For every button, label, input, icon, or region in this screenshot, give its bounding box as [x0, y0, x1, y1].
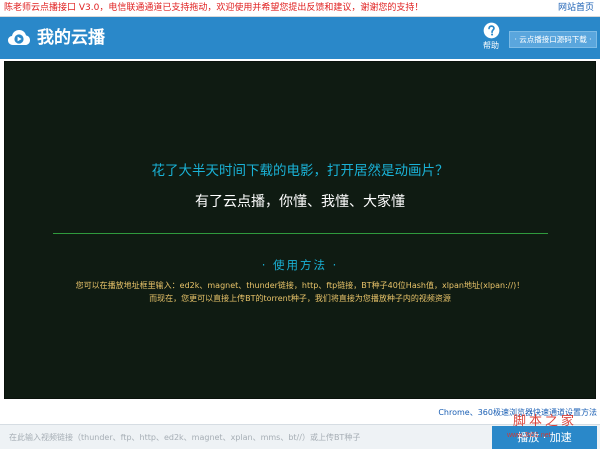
- video-url-input[interactable]: [5, 427, 483, 447]
- source-download-button[interactable]: · 云点播接口源码下载 ·: [509, 31, 597, 48]
- usage-title: · 使用方法 ·: [261, 258, 339, 272]
- notice-text: 陈老师云点播接口 V3.0，电信联通通道已支持拖动，欢迎使用并希望您提出反馈和建…: [4, 3, 424, 13]
- help-button[interactable]: 帮助: [480, 22, 502, 51]
- app-header: 我的云播 帮助 · 云点播接口源码下载 ·: [0, 17, 600, 59]
- app-title: 我的云播: [37, 28, 105, 48]
- question-circle-icon: [483, 22, 499, 39]
- browser-tip-link[interactable]: Chrome、360极速浏览器快速通道设置方法: [438, 407, 597, 418]
- cloud-play-icon: [8, 30, 30, 45]
- help-label: 帮助: [483, 41, 499, 50]
- notice-bar: 陈老师云点播接口 V3.0，电信联通通道已支持拖动，欢迎使用并希望您提出反馈和建…: [0, 0, 600, 17]
- usage-text-line2: 而现在，您更可以直接上传BT的torrent种子，我们将直接为您播放种子内的视频…: [149, 294, 451, 303]
- usage-text-line1: 您可以在播放地址框里输入：ed2k、magnet、thunder链接，http、…: [75, 281, 525, 290]
- player-stage: 花了大半天时间下载的电影，打开居然是动画片？ 有了云点播，你懂、我懂、大家懂 ·…: [4, 61, 596, 399]
- stage-subline: 有了云点播，你懂、我懂、大家懂: [195, 194, 405, 210]
- home-link[interactable]: 网站首页: [558, 2, 594, 14]
- stage-divider: [53, 233, 548, 234]
- stage-headline: 花了大半天时间下载的电影，打开居然是动画片？: [151, 163, 449, 179]
- play-button[interactable]: 播放 · 加速: [492, 426, 597, 449]
